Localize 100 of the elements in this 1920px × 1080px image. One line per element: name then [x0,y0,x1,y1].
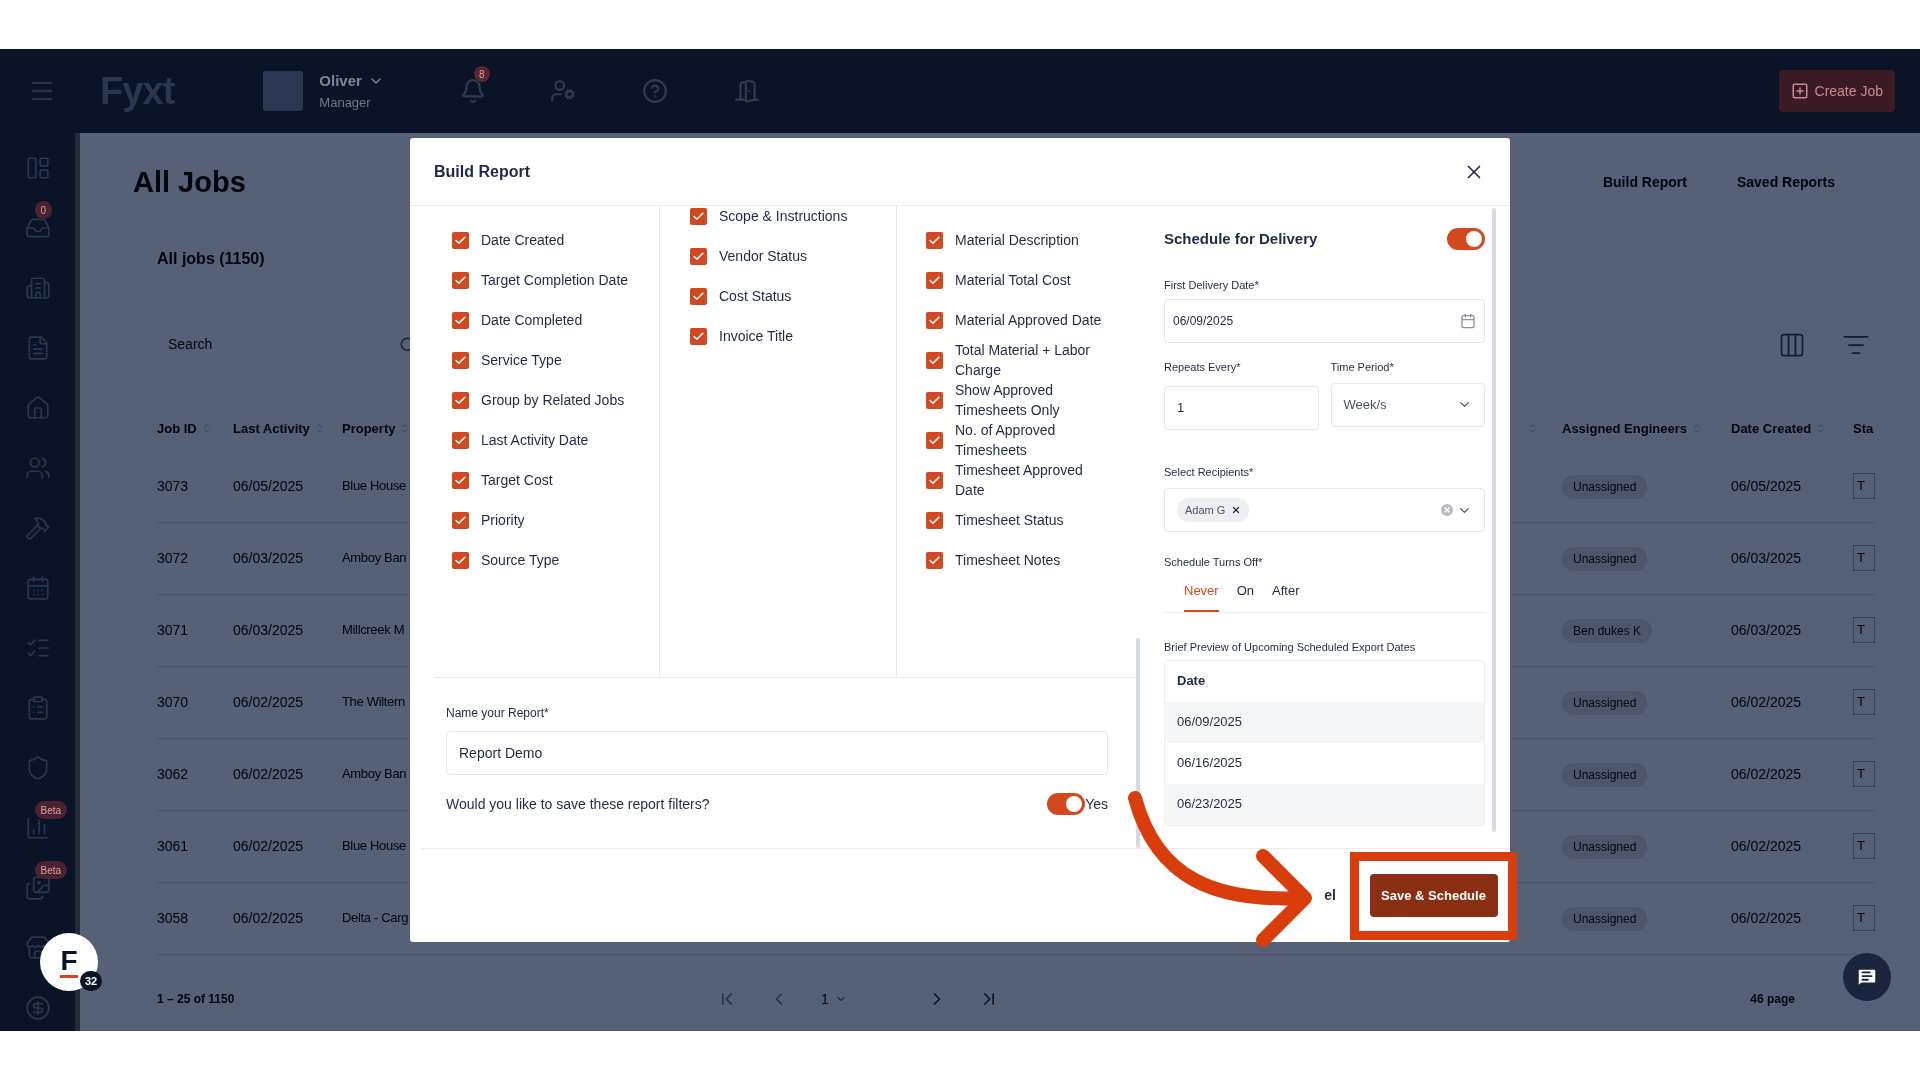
schedule-tab[interactable]: Never [1184,580,1219,612]
checkbox-label: Last Activity Date [481,431,590,450]
column-header[interactable]: Assigned Engineers [1562,418,1687,439]
table-cell-text: 06/02/2025 [233,908,305,928]
field-label: Repeats Every* [1164,360,1242,375]
checkbox-label: Date Completed [481,311,584,330]
table-cell-text: 3061 [157,836,190,856]
save-filters-toggle[interactable] [1047,793,1086,815]
cancel-button[interactable]: el [1324,885,1336,906]
checkbox-label: Scope & Instructions [719,207,849,226]
table-cell-text: Amboy Ban [342,549,408,568]
checkbox-label: Date Created [481,231,566,250]
status-cell: T [1853,761,1875,787]
checkbox[interactable] [452,271,469,289]
field-label: Select Recipients* [1164,464,1255,480]
table-cell-text: The Wiltern [342,693,406,712]
checkbox[interactable] [452,351,469,369]
user-name[interactable]: Oliver [319,70,362,93]
save-filters-question: Would you like to save these report filters? [446,794,710,814]
table-cell-text: Amboy Ban [342,765,408,784]
table-cell-text: 3071 [157,620,190,640]
table-cell-text: 06/02/2025 [233,764,305,784]
checkbox[interactable] [926,311,943,329]
repeats-field[interactable]: 1 [1164,385,1319,430]
checkbox[interactable] [452,511,469,529]
help-icon[interactable] [641,78,668,104]
checkbox[interactable] [926,271,943,289]
checkbox-label: Timesheet Status [955,511,1065,530]
schedule-tab[interactable]: After [1272,580,1300,612]
period-select[interactable]: Week/s [1330,382,1485,427]
recipient-chip[interactable]: Adam G [1177,498,1250,522]
door-icon[interactable] [733,78,760,104]
engineer-chip: Unassigned [1562,546,1648,571]
date-field[interactable]: 06/09/2025 [1164,299,1485,343]
status-cell: T [1853,689,1875,715]
checkbox[interactable] [452,391,469,409]
column-header[interactable]: Sta [1853,418,1874,439]
checkbox[interactable] [452,311,469,329]
schedule-toggle[interactable] [1447,228,1485,251]
checkbox-label: Material Description [955,231,1080,250]
check-icon [454,273,467,287]
checkbox-label: Material Total Cost [955,271,1072,290]
scrollbar-thumb[interactable] [1492,208,1496,832]
checkbox[interactable] [690,327,707,345]
field-label: Schedule Turns Off* [1164,555,1264,570]
plus-icon [1790,82,1809,100]
checkbox[interactable] [926,391,943,409]
scrollbar-thumb[interactable] [1136,638,1140,848]
checkbox-label: Source Type [481,551,561,570]
sidebar-badge: Beta [34,861,68,879]
check-icon [454,513,467,527]
job-count-heading: All jobs (1150) [157,248,265,269]
toggle-label: Yes [1085,794,1108,814]
checkbox[interactable] [690,207,707,225]
checkbox[interactable] [926,551,943,569]
column-header[interactable]: Date Created [1731,418,1812,439]
engineer-chip: Unassigned [1562,690,1648,715]
page-tab[interactable]: Saved Reports [1736,172,1835,194]
preview-date-cell: 06/23/2025 [1165,783,1484,825]
page-select[interactable]: 1 [821,988,847,1010]
status-cell: T [1853,905,1875,931]
checkbox[interactable] [926,511,943,529]
table-cell-text: 3073 [157,476,190,496]
page-count: 46 page [1750,991,1795,1008]
column-header[interactable]: Job ID [157,418,197,439]
checkbox[interactable] [926,231,943,249]
checkbox[interactable] [452,431,469,449]
check-icon [454,393,467,407]
checkbox[interactable] [690,287,707,305]
engineer-chip: Unassigned [1562,834,1648,859]
save-schedule-button[interactable]: Save & Schedule [1369,874,1498,917]
create-job-button[interactable]: Create Job [1778,70,1895,112]
checkbox[interactable] [926,431,943,449]
user-settings-icon[interactable] [549,78,576,104]
pagination-range: 1 – 25 of 1150 [157,991,236,1008]
calendar-icon[interactable] [1460,313,1476,329]
check-icon [928,353,941,367]
dialog-title: Build Report [434,161,530,182]
status-cell: T [1853,833,1875,859]
checkbox[interactable] [452,231,469,249]
notification-bell-icon[interactable] [459,78,486,104]
recipients-select[interactable]: Adam G [1164,488,1485,532]
table-cell-text: 06/02/2025 [1731,908,1803,928]
column-header[interactable]: Last Activity [233,418,310,439]
checkbox[interactable] [926,351,943,369]
page-title: All Jobs [133,165,246,200]
checkbox-label: Cost Status [719,287,793,306]
schedule-tab[interactable]: On [1236,580,1255,612]
checkbox[interactable] [452,551,469,569]
column-header[interactable]: Property [342,418,396,439]
page-tab[interactable]: Build Report [1602,172,1687,194]
report-name-field[interactable]: Report Demo [446,731,1108,775]
checkbox[interactable] [926,471,943,489]
user-role: Manager [319,93,372,112]
checkbox[interactable] [690,247,707,265]
remove-icon[interactable] [1231,505,1242,515]
checkbox[interactable] [452,471,469,489]
check-icon [692,209,705,223]
status-cell: T [1853,545,1875,571]
check-icon [928,233,941,247]
